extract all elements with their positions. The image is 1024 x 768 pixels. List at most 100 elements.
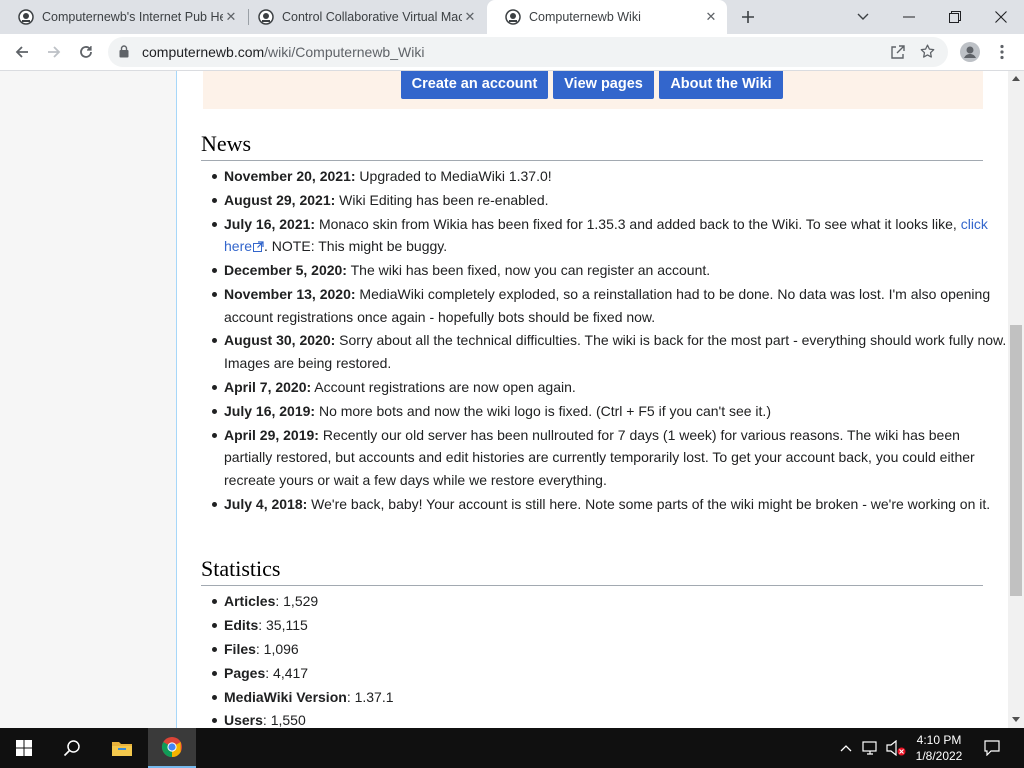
news-date: April 29, 2019: <box>224 426 319 443</box>
search-icon <box>63 740 80 757</box>
about-wiki-button[interactable]: About the Wiki <box>659 71 783 99</box>
statistic-item: Pages: 4,417 <box>212 662 1008 685</box>
forward-button[interactable] <box>40 38 68 66</box>
lock-icon[interactable] <box>119 45 129 58</box>
news-item: August 29, 2021: Wiki Editing has been r… <box>212 189 1008 212</box>
news-item: April 7, 2020: Account registrations are… <box>212 376 1008 399</box>
browser-toolbar: computernewb.com/wiki/Computernewb_Wiki <box>0 34 1024 71</box>
news-date: November 20, 2021: <box>224 168 356 184</box>
network-icon <box>862 741 877 755</box>
back-button[interactable] <box>8 38 36 66</box>
statistic-value: : 35,115 <box>258 616 308 633</box>
news-text: . NOTE: This might be buggy. <box>264 238 448 255</box>
news-item: July 16, 2021: Monaco skin from Wikia ha… <box>212 213 1008 258</box>
reload-icon <box>80 46 92 58</box>
statistic-label: Files <box>224 640 256 657</box>
kebab-menu-icon <box>1000 44 1004 60</box>
notification-icon <box>984 740 1000 756</box>
close-icon <box>995 11 1007 23</box>
statistic-label: MediaWiki Version <box>224 688 347 705</box>
tab-computernewb-pub[interactable]: Computernewb's Internet Pub He ✕ <box>0 0 247 34</box>
arrow-right-icon <box>48 46 61 58</box>
windows-taskbar: 4:10 PM 1/8/2022 <box>0 728 1024 768</box>
url-text[interactable]: computernewb.com/wiki/Computernewb_Wiki <box>142 44 424 60</box>
chrome-icon <box>161 737 182 758</box>
news-heading: News <box>201 131 983 161</box>
system-clock[interactable]: 4:10 PM 1/8/2022 <box>910 732 968 764</box>
tab-close-icon[interactable]: ✕ <box>462 9 478 25</box>
news-item: November 20, 2021: Upgraded to MediaWiki… <box>212 165 1008 188</box>
news-date: April 7, 2020: <box>224 378 312 395</box>
tab-strip: Computernewb's Internet Pub He ✕ Control… <box>0 0 1024 34</box>
statistic-label: Users <box>224 712 263 728</box>
news-text: Monaco skin from Wikia has been fixed fo… <box>315 215 961 232</box>
statistic-item: MediaWiki Version: 1.37.1 <box>212 686 1008 709</box>
volume-button[interactable] <box>884 728 908 768</box>
external-link-icon <box>253 241 264 253</box>
computernewb-favicon-icon <box>258 9 274 25</box>
statistic-value: : 1,550 <box>262 712 306 728</box>
tab-close-icon[interactable]: ✕ <box>223 9 239 25</box>
scrollbar-thumb[interactable] <box>1010 325 1022 596</box>
tab-computernewb-wiki[interactable]: Computernewb Wiki ✕ <box>487 0 727 34</box>
plus-icon <box>742 11 754 23</box>
close-window-button[interactable] <box>978 0 1024 34</box>
news-text: Sorry about all the technical difficulti… <box>224 332 1007 371</box>
news-list: November 20, 2021: Upgraded to MediaWiki… <box>201 165 1008 516</box>
tab-collabvm[interactable]: Control Collaborative Virtual Mac ✕ <box>240 0 486 34</box>
url-domain: computernewb.com <box>142 44 265 60</box>
statistic-value: : 1.37.1 <box>346 688 394 705</box>
create-account-button[interactable]: Create an account <box>401 71 548 99</box>
news-date: July 16, 2021: <box>224 215 316 232</box>
news-item: December 5, 2020: The wiki has been fixe… <box>212 259 1008 282</box>
news-item: July 16, 2019: No more bots and now the … <box>212 400 1008 423</box>
address-bar[interactable]: computernewb.com/wiki/Computernewb_Wiki <box>108 37 948 67</box>
file-explorer-button[interactable] <box>98 728 146 768</box>
network-button[interactable] <box>860 728 882 768</box>
statistic-label: Articles <box>224 593 276 609</box>
profile-button[interactable] <box>956 38 984 66</box>
news-date: July 16, 2019: <box>224 402 316 419</box>
news-item: July 4, 2018: We're back, baby! Your acc… <box>212 493 1008 516</box>
show-hidden-icons-button[interactable] <box>836 728 856 768</box>
chrome-taskbar-button[interactable] <box>148 728 196 768</box>
minimize-icon <box>903 16 915 18</box>
view-pages-button[interactable]: View pages <box>553 71 654 99</box>
statistic-value: : 4,417 <box>265 664 309 681</box>
new-tab-button[interactable] <box>736 5 760 29</box>
menu-button[interactable] <box>988 38 1016 66</box>
minimize-button[interactable] <box>886 0 932 34</box>
avatar-icon <box>960 42 980 62</box>
news-text: We're back, baby! Your account is still … <box>307 495 991 512</box>
news-text: Recently our old server has been nullrou… <box>224 426 975 488</box>
clock-time: 4:10 PM <box>916 733 962 747</box>
start-button[interactable] <box>0 728 48 768</box>
restore-button[interactable] <box>932 0 978 34</box>
tab-search-button[interactable] <box>840 0 886 34</box>
page-viewport: Create an account View pages About the W… <box>0 71 1008 728</box>
tab-close-icon[interactable]: ✕ <box>703 9 719 25</box>
reload-button[interactable] <box>72 38 100 66</box>
taskbar-search-button[interactable] <box>48 728 96 768</box>
news-date: November 13, 2020: <box>224 286 356 303</box>
news-text: Account registrations are now open again… <box>311 378 576 395</box>
tab-title: Control Collaborative Virtual Mac <box>282 10 462 24</box>
news-item: April 29, 2019: Recently our old server … <box>212 424 1008 492</box>
tab-title: Computernewb's Internet Pub He <box>42 10 223 24</box>
windows-logo-icon <box>16 740 32 756</box>
bookmark-star-icon[interactable] <box>919 43 936 60</box>
scroll-down-arrow-icon[interactable] <box>1012 717 1020 722</box>
chevron-down-icon <box>857 13 869 20</box>
share-icon[interactable] <box>890 44 906 60</box>
scroll-up-arrow-icon[interactable] <box>1012 76 1020 81</box>
statistic-value: : 1,529 <box>275 593 319 609</box>
statistic-item: Users: 1,550 <box>212 709 1008 728</box>
news-date: August 30, 2020: <box>224 332 336 349</box>
news-text: No more bots and now the wiki logo is fi… <box>315 402 771 419</box>
page-scrollbar[interactable] <box>1008 71 1024 728</box>
folder-icon <box>112 742 132 756</box>
wiki-content: Create an account View pages About the W… <box>176 71 1008 728</box>
chevron-up-icon <box>840 745 852 752</box>
restore-icon <box>949 11 961 23</box>
notifications-button[interactable] <box>976 728 1008 768</box>
